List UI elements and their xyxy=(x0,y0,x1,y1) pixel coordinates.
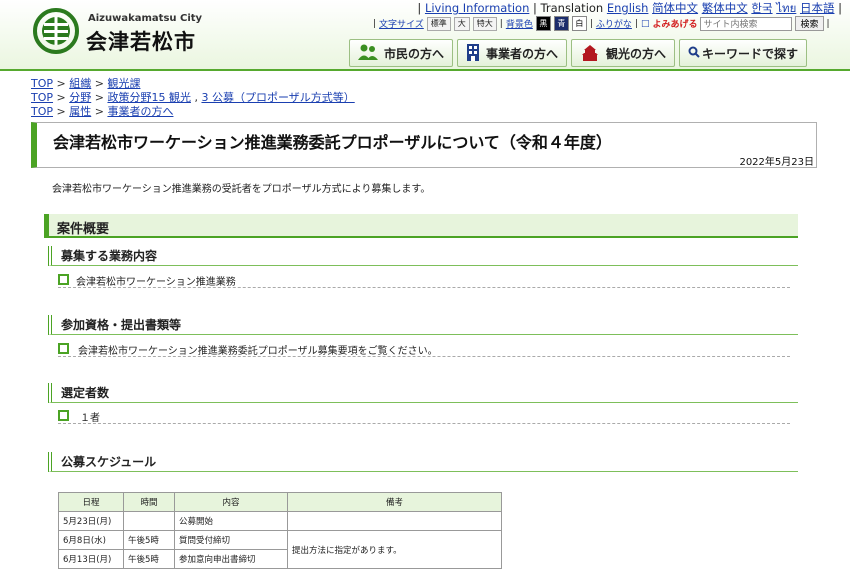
list-item: 会津若松市ワーケーション推進業務委託プロポーザル募集要項をご覧ください。 xyxy=(58,342,790,357)
intro-text: 会津若松市ワーケーション推進業務の受託者をプロポーザル方式により募集します。 xyxy=(52,184,431,195)
table-row: 6月8日(水) 午後5時 質問受付締切 提出方法に指定があります。 xyxy=(58,530,502,569)
bullet-icon xyxy=(58,274,69,285)
site-search-input[interactable] xyxy=(700,16,793,31)
table-header-row: 日程 時間 内容 備考 xyxy=(58,492,502,512)
breadcrumb: TOP > 属性 > 事業者の方へ xyxy=(31,105,174,118)
text-size-label: 文字サイズ xyxy=(379,20,424,30)
nav-residents-tab[interactable]: 市民の方へ xyxy=(349,39,454,67)
heading-qualifications: 参加資格・提出書類等 xyxy=(48,315,798,335)
lang-thai-link[interactable]: ไทย xyxy=(776,1,796,15)
breadcrumb-link[interactable]: 属性 xyxy=(69,105,91,118)
cell-note: 提出方法に指定があります。 xyxy=(287,530,502,569)
speaker-icon: □ xyxy=(640,18,650,29)
cell-date: 6月13日(月) xyxy=(58,549,124,569)
accessibility-bar: | 文字サイズ 標準 大 特大 | 背景色 黒 青 白 | ふりがな | □ よ… xyxy=(373,16,830,31)
cell-time xyxy=(123,511,175,531)
furigana-link[interactable]: ふりがな xyxy=(596,17,632,30)
text-size-large-button[interactable]: 大 xyxy=(453,16,470,31)
text-size-xlarge-button[interactable]: 特大 xyxy=(472,16,497,31)
cell-note xyxy=(287,511,502,531)
read-aloud-link[interactable]: よみあげる xyxy=(652,17,697,30)
lang-english-link[interactable]: English xyxy=(607,1,649,15)
translation-label: Translation xyxy=(540,1,604,15)
heading-job-content: 募集する業務内容 xyxy=(48,246,798,266)
city-emblem-icon[interactable] xyxy=(33,8,79,54)
breadcrumb-link[interactable]: 3 公募（プロポーザル方式等） xyxy=(201,91,354,104)
logo-japanese-name[interactable]: 会津若松市 xyxy=(86,26,196,56)
lang-korean-link[interactable]: 한국 xyxy=(751,1,772,15)
table-row: 5月23日(月) 公募開始 xyxy=(58,511,502,531)
logo-english-name: Aizuwakamatsu City xyxy=(88,13,203,24)
text-size-standard-button[interactable]: 標準 xyxy=(426,16,451,31)
search-button[interactable]: 検索 xyxy=(795,16,824,31)
cell-date: 5月23日(月) xyxy=(58,511,124,531)
site-header: Aizuwakamatsu City 会津若松市 | Living Inform… xyxy=(0,0,850,71)
lang-simplified-chinese-link[interactable]: 简体中文 xyxy=(652,1,698,15)
col-content-header: 内容 xyxy=(174,492,288,512)
publish-date: 2022年5月23日 xyxy=(739,157,814,168)
people-icon xyxy=(358,44,378,63)
nav-business-tab[interactable]: 事業者の方へ xyxy=(457,39,568,67)
building-icon xyxy=(466,43,480,64)
cell-time: 午後5時 xyxy=(123,549,175,569)
col-time-header: 時間 xyxy=(123,492,175,512)
col-date-header: 日程 xyxy=(58,492,124,512)
heading-selection-count: 選定者数 xyxy=(48,383,798,403)
nav-keyword-search-tab[interactable]: キーワードで探す xyxy=(679,39,808,67)
lang-japanese-link[interactable]: 日本語 xyxy=(800,1,835,15)
breadcrumb-link[interactable]: 事業者の方へ xyxy=(107,105,173,118)
cell-content: 公募開始 xyxy=(174,511,288,531)
list-item: 会津若松市ワーケーション推進業務 xyxy=(58,273,790,288)
castle-icon xyxy=(580,43,600,64)
cell-time: 午後5時 xyxy=(123,530,175,550)
living-information-link[interactable]: Living Information xyxy=(425,1,529,15)
bg-black-button[interactable]: 黒 xyxy=(535,16,551,31)
main-nav: 市民の方へ 事業者の方へ 観光の方へ キーワードで探す xyxy=(349,39,808,67)
heading-schedule: 公募スケジュール xyxy=(48,452,798,472)
header-divider xyxy=(0,69,850,71)
section-heading-overview: 案件概要 xyxy=(44,214,798,238)
cell-content: 参加意向申出書締切 xyxy=(174,549,288,569)
bullet-icon xyxy=(58,343,69,354)
search-icon xyxy=(688,46,700,61)
cell-content: 質問受付締切 xyxy=(174,530,288,550)
cell-date: 6月8日(水) xyxy=(58,530,124,550)
schedule-table: 日程 時間 内容 備考 5月23日(月) 公募開始 6月8日(水) 午後5時 質… xyxy=(58,492,502,569)
col-note-header: 備考 xyxy=(287,492,502,512)
bg-color-label: 背景色 xyxy=(505,20,533,30)
page-title: 会津若松市ワーケーション推進業務委託プロポーザルについて（令和４年度） xyxy=(53,133,612,152)
bg-white-button[interactable]: 白 xyxy=(571,16,587,31)
bg-blue-button[interactable]: 青 xyxy=(553,16,569,31)
breadcrumb-top-link[interactable]: TOP xyxy=(31,105,53,118)
bullet-icon xyxy=(58,410,69,421)
lang-traditional-chinese-link[interactable]: 繁体中文 xyxy=(702,1,748,15)
list-item: １者 xyxy=(58,409,790,424)
page-title-box: 会津若松市ワーケーション推進業務委託プロポーザルについて（令和４年度） 2022… xyxy=(31,122,817,168)
nav-tourism-tab[interactable]: 観光の方へ xyxy=(571,39,676,67)
